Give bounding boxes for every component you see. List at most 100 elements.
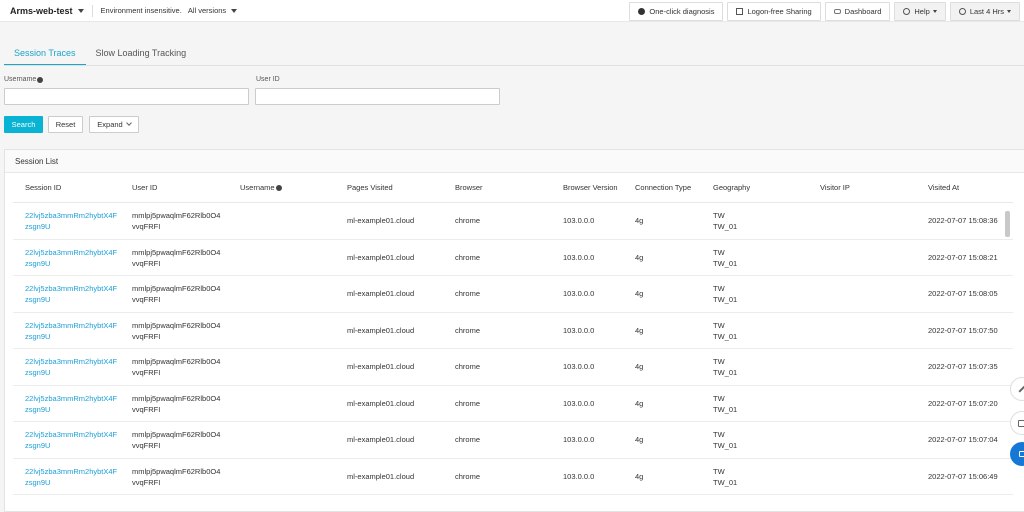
tab-session-traces[interactable]: Session Traces <box>4 40 86 66</box>
document-icon <box>1019 451 1024 457</box>
dashboard-icon <box>833 8 841 14</box>
environment-selector[interactable]: Environment insensitive. All versions <box>101 6 238 15</box>
diagnosis-label: One-click diagnosis <box>649 6 715 16</box>
geography-line: TW_01 <box>713 222 738 231</box>
visited-at-cell: 2022-07-07 15:08:05 <box>928 289 998 298</box>
app-selector[interactable]: Arms-web-test <box>0 0 84 21</box>
dashboard-button[interactable]: Dashboard <box>824 1 891 21</box>
expand-button[interactable]: Expand <box>89 116 139 133</box>
logon-free-sharing-button[interactable]: Logon-free Sharing <box>727 1 821 21</box>
session-id-line: zsgn9U <box>25 441 51 450</box>
expand-label: Expand <box>97 120 123 129</box>
table-row: 22lvj5zba3mmRm2hybtX4F zsgn9U mmlpj5pwaq… <box>13 276 1013 313</box>
user-id-input[interactable] <box>255 88 500 105</box>
table-body: 22lvj5zba3mmRm2hybtX4F zsgn9U mmlpj5pwaq… <box>13 203 1013 495</box>
session-id-line: zsgn9U <box>25 368 51 377</box>
column-header: Browser Version <box>563 183 618 192</box>
user-id-line: vvqFRFI <box>132 222 161 231</box>
session-id-line: zsgn9U <box>25 295 51 304</box>
geography-cell: TW TW_01 <box>713 247 737 269</box>
help-button[interactable]: Help <box>894 1 946 21</box>
connection-type-cell: 4g <box>635 471 644 481</box>
column-header: Session ID <box>25 183 62 192</box>
scrollbar-thumb[interactable] <box>1005 211 1010 237</box>
browser-cell: chrome <box>455 398 481 408</box>
session-id-link[interactable]: 22lvj5zba3mmRm2hybtX4F zsgn9U <box>25 466 117 488</box>
browser-cell: chrome <box>455 471 481 481</box>
visited-at-cell: 2022-07-07 15:06:49 <box>928 471 998 481</box>
session-id-link[interactable]: 22lvj5zba3mmRm2hybtX4F zsgn9U <box>25 283 117 305</box>
browser-version-cell: 103.0.0.0 <box>563 252 595 262</box>
tab-slow-loading-tracking[interactable]: Slow Loading Tracking <box>86 40 197 66</box>
geography-line: TW_01 <box>713 258 738 268</box>
visited-at-cell: 2022-07-07 15:07:35 <box>928 362 998 371</box>
browser-version-cell: 103.0.0.0 <box>563 289 595 298</box>
column-header: Visited At <box>928 183 960 192</box>
table-row: 22lvj5zba3mmRm2hybtX4F zsgn9U mmlpj5pwaq… <box>13 386 1013 422</box>
session-id-link[interactable]: 22lvj5zba3mmRm2hybtX4F zsgn9U <box>25 356 117 378</box>
geography-line: TW <box>713 284 725 293</box>
browser-cell: chrome <box>455 289 481 298</box>
session-list-panel: Session List Session ID User ID Username… <box>4 149 1024 512</box>
session-table: Session ID User ID Username Pages Visite… <box>13 173 1013 495</box>
session-id-line: 22lvj5zba3mmRm2hybtX4F <box>25 393 118 403</box>
session-id-link[interactable]: 22lvj5zba3mmRm2hybtX4F zsgn9U <box>25 247 117 269</box>
user-id-cell: mmlpj5pwaqlmF62Rlb0O4 vvqFRFI <box>132 320 220 342</box>
browser-cell: chrome <box>455 362 481 371</box>
session-id-line: zsgn9U <box>25 477 51 487</box>
geography-cell: TW TW_01 <box>713 393 737 415</box>
visited-at-cell: 2022-07-07 15:07:50 <box>928 325 998 335</box>
browser-version-cell: 103.0.0.0 <box>563 216 595 225</box>
browser-version-cell: 103.0.0.0 <box>563 398 595 408</box>
session-id-line: 22lvj5zba3mmRm2hybtX4F <box>25 466 118 476</box>
panel-title: Session List <box>5 150 1024 173</box>
pages-visited-cell: ml-example01.cloud <box>347 471 415 481</box>
geography-line: TW <box>713 466 725 476</box>
session-id-link[interactable]: 22lvj5zba3mmRm2hybtX4F zsgn9U <box>25 210 117 232</box>
help-icon <box>903 7 911 15</box>
connection-type-cell: 4g <box>635 362 644 371</box>
reset-button[interactable]: Reset <box>48 116 83 133</box>
help-label: Help <box>914 6 930 16</box>
visited-at-cell: 2022-07-07 15:08:21 <box>928 252 998 262</box>
geography-cell: TW TW_01 <box>713 356 737 378</box>
connection-type-cell: 4g <box>635 252 644 262</box>
search-button[interactable]: Search <box>4 116 43 133</box>
geography-line: TW <box>713 320 725 330</box>
username-input[interactable] <box>4 88 249 105</box>
geography-line: TW_01 <box>713 295 738 304</box>
top-actions: One-click diagnosis Logon-free Sharing D… <box>629 0 1024 22</box>
browser-version-cell: 103.0.0.0 <box>563 471 595 481</box>
connection-type-cell: 4g <box>635 435 644 444</box>
diagnosis-icon <box>638 7 646 15</box>
dashboard-label: Dashboard <box>844 6 882 16</box>
chevron-down-icon <box>932 9 937 13</box>
divider <box>91 4 93 17</box>
chevron-down-icon <box>125 120 132 126</box>
user-id-line: mmlpj5pwaqlmF62Rlb0O4 <box>132 247 221 257</box>
user-id-cell: mmlpj5pwaqlmF62Rlb0O4 vvqFRFI <box>132 429 220 451</box>
session-id-line: 22lvj5zba3mmRm2hybtX4F <box>25 320 118 330</box>
table-header: Session ID User ID Username Pages Visite… <box>13 173 1013 203</box>
table-row: 22lvj5zba3mmRm2hybtX4F zsgn9U mmlpj5pwaq… <box>13 203 1013 240</box>
user-id-line: mmlpj5pwaqlmF62Rlb0O4 <box>132 357 221 366</box>
one-click-diagnosis-button[interactable]: One-click diagnosis <box>629 1 724 21</box>
session-id-link[interactable]: 22lvj5zba3mmRm2hybtX4F zsgn9U <box>25 393 117 415</box>
user-id-label: User ID <box>256 76 280 83</box>
versions-label: All versions <box>187 6 227 15</box>
session-id-line: 22lvj5zba3mmRm2hybtX4F <box>25 247 118 257</box>
user-id-line: vvqFRFI <box>132 295 161 304</box>
visited-at-cell: 2022-07-07 15:07:04 <box>928 435 998 444</box>
pages-visited-cell: ml-example01.cloud <box>347 435 415 444</box>
browser-version-cell: 103.0.0.0 <box>563 325 595 335</box>
chat-icon <box>1017 419 1024 427</box>
table-row: 22lvj5zba3mmRm2hybtX4F zsgn9U mmlpj5pwaq… <box>13 240 1013 276</box>
session-id-link[interactable]: 22lvj5zba3mmRm2hybtX4F zsgn9U <box>25 429 117 451</box>
table-row: 22lvj5zba3mmRm2hybtX4F zsgn9U mmlpj5pwaq… <box>13 313 1013 349</box>
time-range-button[interactable]: Last 4 Hrs <box>949 1 1020 21</box>
column-header: Connection Type <box>635 183 692 192</box>
geography-cell: TW TW_01 <box>713 429 737 451</box>
main-content: Session Traces Slow Loading Tracking Use… <box>0 22 1024 512</box>
table-row: 22lvj5zba3mmRm2hybtX4F zsgn9U mmlpj5pwaq… <box>13 349 1013 386</box>
session-id-link[interactable]: 22lvj5zba3mmRm2hybtX4F zsgn9U <box>25 320 117 342</box>
